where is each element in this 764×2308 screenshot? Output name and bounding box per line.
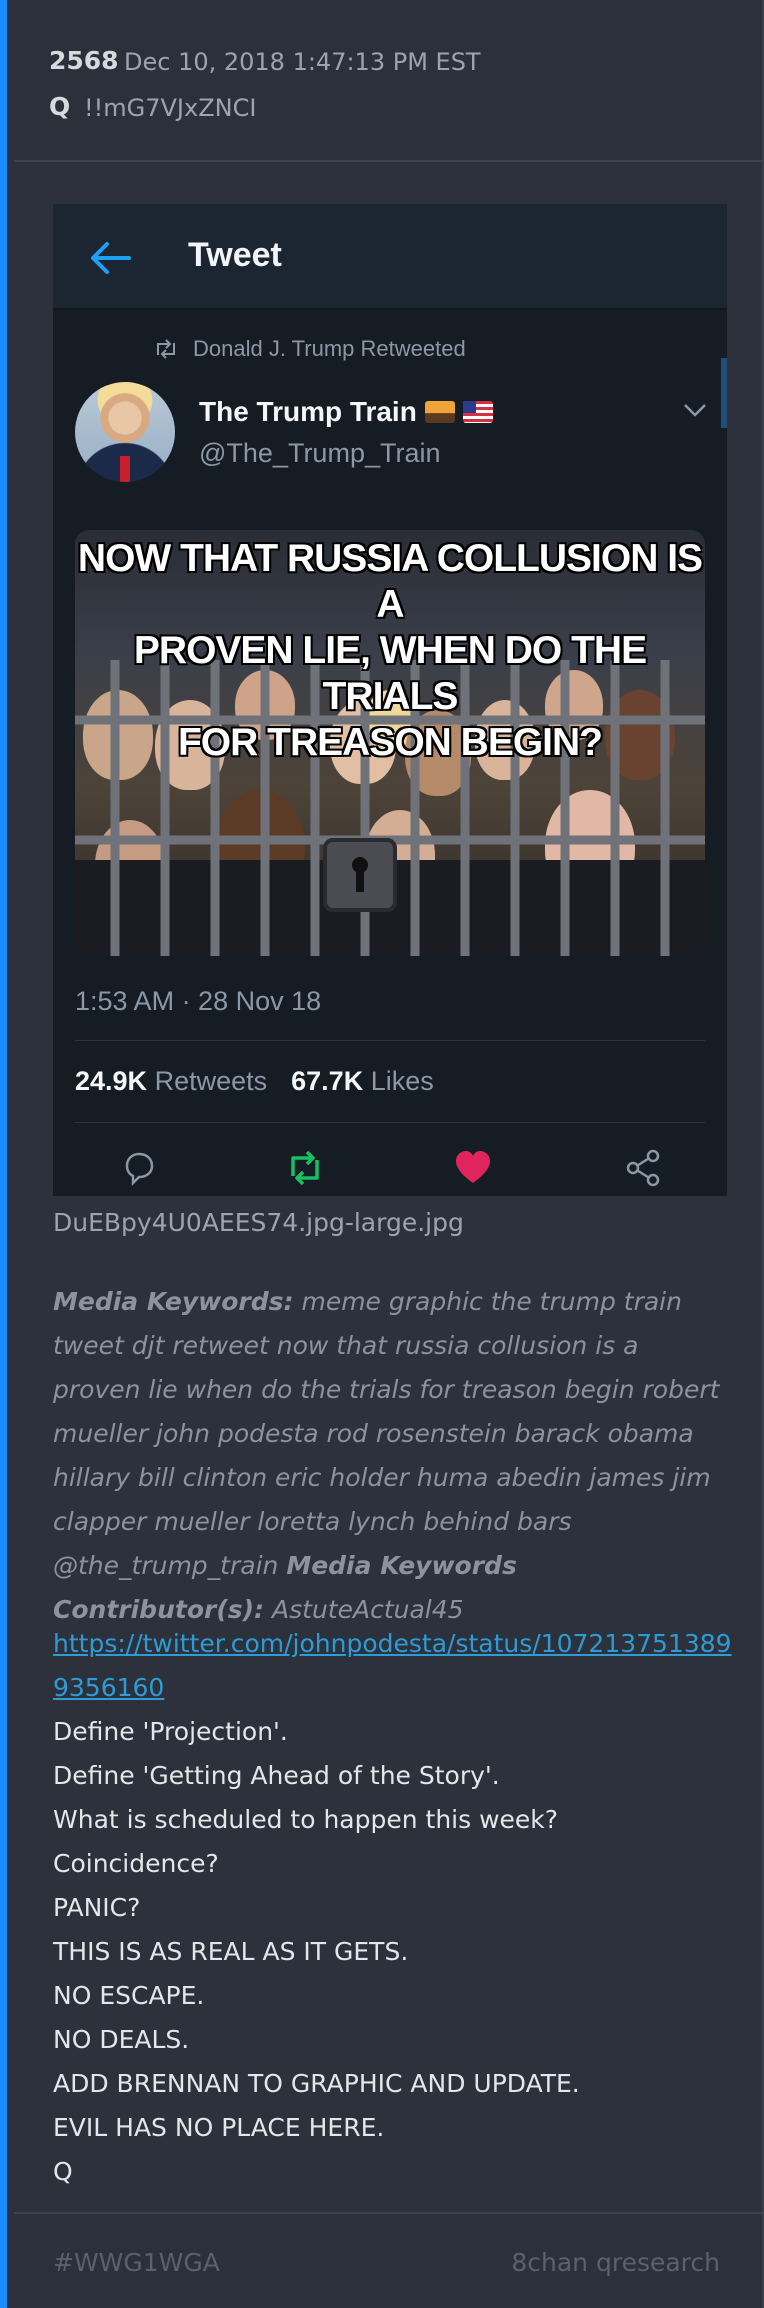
tweet-timestamp: 1:53 AM · 28 Nov 18 — [75, 986, 322, 1016]
post-date: Dec 10, 2018 1:47:13 PM EST — [124, 48, 481, 76]
attachment-filename[interactable]: DuEBpy4U0AEES74.jpg-large.jpg — [53, 1208, 464, 1237]
retweets-label: Retweets — [154, 1066, 268, 1096]
avatar-tie — [120, 456, 130, 482]
scroll-indicator — [721, 358, 727, 428]
retweets-count: 24.9K — [75, 1066, 148, 1096]
tweet-topbar: Tweet — [53, 204, 727, 310]
post-tripcode: !!mG7VJxZNCI — [84, 94, 257, 122]
media-keywords-label: Media Keywords: — [53, 1287, 294, 1316]
post-line: NO DEALS. — [53, 2025, 190, 2054]
back-arrow-icon — [91, 242, 131, 274]
retweet-note-label: Donald J. Trump Retweeted — [193, 336, 466, 361]
retweets-stat[interactable]: 24.9K Retweets — [75, 1066, 267, 1097]
post-line: What is scheduled to happen this week? — [53, 1805, 559, 1834]
tweet-handle: @The_Trump_Train — [199, 438, 441, 468]
retweet-icon — [157, 339, 175, 359]
chevron-down-icon[interactable] — [681, 400, 709, 420]
post-card: 2568 Dec 10, 2018 1:47:13 PM EST Q !!mG7… — [0, 0, 764, 2308]
tweet-divider — [75, 1122, 705, 1123]
meme-image: NOW THAT RUSSIA COLLUSION IS A PROVEN LI… — [75, 530, 705, 956]
post-line: PANIC? — [53, 1893, 141, 1922]
post-author: Q — [49, 92, 71, 121]
tweet-screenshot[interactable]: Tweet Donald J. Trump Retweeted The Trum… — [53, 204, 727, 1196]
retweet-note: Donald J. Trump Retweeted — [153, 332, 466, 366]
podesta-tweet-link[interactable]: https://twitter.com/johnpodesta/status/1… — [53, 1622, 733, 1710]
tweet-title: Tweet — [188, 236, 282, 274]
post-line: Coincidence? — [53, 1849, 219, 1878]
post-line: THIS IS AS REAL AS IT GETS. — [53, 1937, 409, 1966]
post-line: Define 'Projection'. — [53, 1717, 288, 1746]
share-icon[interactable] — [623, 1148, 663, 1188]
post-body: Define 'Projection'. Define 'Getting Ahe… — [53, 1710, 733, 2194]
post-footer: #WWG1WGA 8chan qresearch — [14, 2212, 762, 2308]
post-line: NO ESCAPE. — [53, 1981, 205, 2010]
post-signature: Q — [53, 2157, 73, 2186]
likes-label: Likes — [370, 1066, 434, 1096]
media-keywords: Media Keywords: meme graphic the trump t… — [53, 1280, 733, 1632]
tweet-author-name: The Trump Train — [199, 396, 493, 428]
tweet-divider — [75, 1040, 705, 1041]
post-line: ADD BRENNAN TO GRAPHIC AND UPDATE. — [53, 2069, 580, 2098]
tweet-stats: 24.9K Retweets 67.7K Likes — [75, 1066, 434, 1097]
media-keywords-text: meme graphic the trump train tweet djt r… — [53, 1287, 720, 1580]
us-flag-emoji-icon — [462, 401, 493, 423]
keywords-contributor: AstuteActual45 — [272, 1595, 464, 1624]
heart-icon[interactable] — [453, 1148, 493, 1188]
avatar — [75, 382, 175, 482]
tweet-author-name-label: The Trump Train — [199, 396, 417, 427]
train-emoji-icon — [424, 401, 455, 423]
post-line: EVIL HAS NO PLACE HERE. — [53, 2113, 385, 2142]
likes-stat[interactable]: 67.7K Likes — [291, 1066, 434, 1097]
post-line: Define 'Getting Ahead of the Story'. — [53, 1761, 500, 1790]
source-board[interactable]: 8chan qresearch — [511, 2248, 720, 2277]
tweet-actions — [53, 1148, 727, 1196]
retweet-icon[interactable] — [285, 1148, 325, 1188]
hashtag[interactable]: #WWG1WGA — [53, 2248, 220, 2277]
likes-count: 67.7K — [291, 1066, 364, 1096]
post-header: 2568 Dec 10, 2018 1:47:13 PM EST Q !!mG7… — [14, 0, 762, 162]
post-number[interactable]: 2568 — [49, 46, 119, 75]
meme-caption: NOW THAT RUSSIA COLLUSION IS A PROVEN LI… — [77, 537, 703, 764]
reply-icon[interactable] — [119, 1148, 159, 1188]
